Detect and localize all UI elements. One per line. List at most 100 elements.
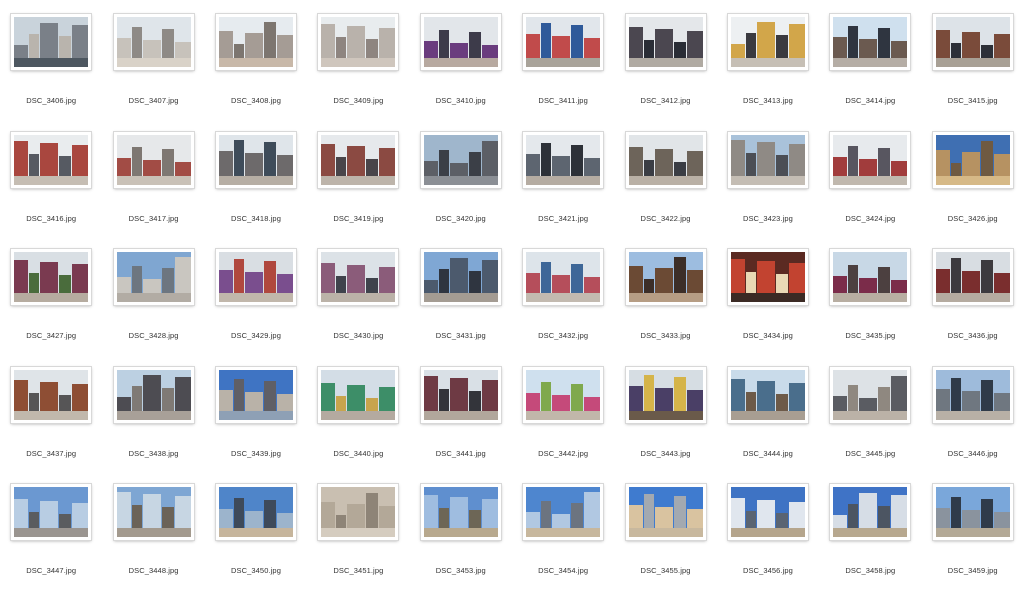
file-item[interactable]: DSC_3437.jpg [0, 363, 102, 481]
file-item[interactable]: DSC_3445.jpg [819, 363, 921, 481]
file-item[interactable]: DSC_3447.jpg [0, 480, 102, 598]
file-item[interactable]: DSC_3427.jpg [0, 245, 102, 363]
image-thumbnail[interactable] [726, 248, 809, 306]
file-item[interactable]: DSC_3434.jpg [717, 245, 819, 363]
image-thumbnail[interactable] [419, 483, 502, 541]
file-item[interactable]: DSC_3416.jpg [0, 128, 102, 246]
image-thumbnail[interactable] [726, 130, 809, 189]
file-item[interactable]: DSC_3428.jpg [102, 245, 204, 363]
image-thumbnail[interactable] [10, 365, 93, 424]
image-thumbnail[interactable] [624, 365, 707, 424]
file-item[interactable]: DSC_3436.jpg [922, 245, 1024, 363]
file-item[interactable]: DSC_3406.jpg [0, 10, 102, 128]
image-thumbnail[interactable] [419, 248, 502, 306]
file-item[interactable]: DSC_3448.jpg [102, 480, 204, 598]
image-thumbnail[interactable] [214, 483, 297, 541]
image-thumbnail[interactable] [829, 248, 912, 306]
image-thumbnail[interactable] [829, 130, 912, 189]
image-thumbnail[interactable] [931, 483, 1014, 541]
file-item[interactable]: DSC_3455.jpg [614, 480, 716, 598]
file-item[interactable]: DSC_3451.jpg [307, 480, 409, 598]
file-item[interactable]: DSC_3440.jpg [307, 363, 409, 481]
image-thumbnail[interactable] [829, 13, 912, 71]
image-thumbnail[interactable] [522, 248, 605, 306]
file-item[interactable]: DSC_3418.jpg [205, 128, 307, 246]
image-thumbnail[interactable] [214, 130, 297, 189]
image-thumbnail[interactable] [624, 130, 707, 189]
image-thumbnail[interactable] [317, 365, 400, 424]
image-thumbnail[interactable] [726, 365, 809, 424]
image-thumbnail[interactable] [419, 13, 502, 71]
file-item[interactable]: DSC_3411.jpg [512, 10, 614, 128]
image-thumbnail[interactable] [10, 13, 93, 71]
file-item[interactable]: DSC_3419.jpg [307, 128, 409, 246]
image-thumbnail[interactable] [112, 248, 195, 306]
file-item[interactable]: DSC_3422.jpg [614, 128, 716, 246]
file-item[interactable]: DSC_3443.jpg [614, 363, 716, 481]
image-thumbnail[interactable] [317, 248, 400, 306]
image-thumbnail[interactable] [522, 130, 605, 189]
image-thumbnail[interactable] [10, 130, 93, 189]
file-item[interactable]: DSC_3423.jpg [717, 128, 819, 246]
file-item[interactable]: DSC_3450.jpg [205, 480, 307, 598]
file-item[interactable]: DSC_3421.jpg [512, 128, 614, 246]
file-item[interactable]: DSC_3424.jpg [819, 128, 921, 246]
image-thumbnail[interactable] [214, 365, 297, 424]
file-item[interactable]: DSC_3430.jpg [307, 245, 409, 363]
image-thumbnail[interactable] [931, 365, 1014, 424]
file-item[interactable]: DSC_3456.jpg [717, 480, 819, 598]
file-item[interactable]: DSC_3453.jpg [410, 480, 512, 598]
image-thumbnail[interactable] [931, 13, 1014, 71]
file-item[interactable]: DSC_3410.jpg [410, 10, 512, 128]
file-item[interactable]: DSC_3417.jpg [102, 128, 204, 246]
image-thumbnail[interactable] [317, 483, 400, 541]
image-thumbnail[interactable] [112, 13, 195, 71]
image-thumbnail[interactable] [317, 13, 400, 71]
file-item[interactable]: DSC_3431.jpg [410, 245, 512, 363]
file-item[interactable]: DSC_3412.jpg [614, 10, 716, 128]
image-thumbnail[interactable] [112, 365, 195, 424]
file-item[interactable]: DSC_3413.jpg [717, 10, 819, 128]
image-thumbnail[interactable] [829, 365, 912, 424]
file-item[interactable]: DSC_3439.jpg [205, 363, 307, 481]
image-thumbnail[interactable] [317, 130, 400, 189]
image-thumbnail[interactable] [726, 483, 809, 541]
image-thumbnail[interactable] [214, 13, 297, 71]
image-thumbnail[interactable] [931, 130, 1014, 189]
image-thumbnail[interactable] [522, 365, 605, 424]
file-item[interactable]: DSC_3458.jpg [819, 480, 921, 598]
image-thumbnail[interactable] [112, 483, 195, 541]
file-item[interactable]: DSC_3414.jpg [819, 10, 921, 128]
image-thumbnail[interactable] [10, 483, 93, 541]
file-item[interactable]: DSC_3433.jpg [614, 245, 716, 363]
image-thumbnail[interactable] [931, 248, 1014, 306]
file-item[interactable]: DSC_3444.jpg [717, 363, 819, 481]
file-item[interactable]: DSC_3432.jpg [512, 245, 614, 363]
image-thumbnail[interactable] [419, 365, 502, 424]
image-thumbnail[interactable] [726, 13, 809, 71]
file-item[interactable]: DSC_3408.jpg [205, 10, 307, 128]
file-item[interactable]: DSC_3438.jpg [102, 363, 204, 481]
file-item[interactable]: DSC_3454.jpg [512, 480, 614, 598]
file-item[interactable]: DSC_3420.jpg [410, 128, 512, 246]
image-thumbnail[interactable] [624, 13, 707, 71]
file-item[interactable]: DSC_3441.jpg [410, 363, 512, 481]
file-item[interactable]: DSC_3446.jpg [922, 363, 1024, 481]
image-thumbnail[interactable] [624, 483, 707, 541]
file-item[interactable]: DSC_3415.jpg [922, 10, 1024, 128]
file-item[interactable]: DSC_3442.jpg [512, 363, 614, 481]
image-thumbnail[interactable] [522, 483, 605, 541]
image-thumbnail[interactable] [214, 248, 297, 306]
file-item[interactable]: DSC_3409.jpg [307, 10, 409, 128]
image-thumbnail[interactable] [419, 130, 502, 189]
file-item[interactable]: DSC_3435.jpg [819, 245, 921, 363]
file-item[interactable]: DSC_3459.jpg [922, 480, 1024, 598]
image-thumbnail[interactable] [522, 13, 605, 71]
file-item[interactable]: DSC_3426.jpg [922, 128, 1024, 246]
file-item[interactable]: DSC_3407.jpg [102, 10, 204, 128]
file-item[interactable]: DSC_3429.jpg [205, 245, 307, 363]
image-thumbnail[interactable] [829, 483, 912, 541]
image-thumbnail[interactable] [624, 248, 707, 306]
image-thumbnail[interactable] [112, 130, 195, 189]
image-thumbnail[interactable] [10, 248, 93, 306]
